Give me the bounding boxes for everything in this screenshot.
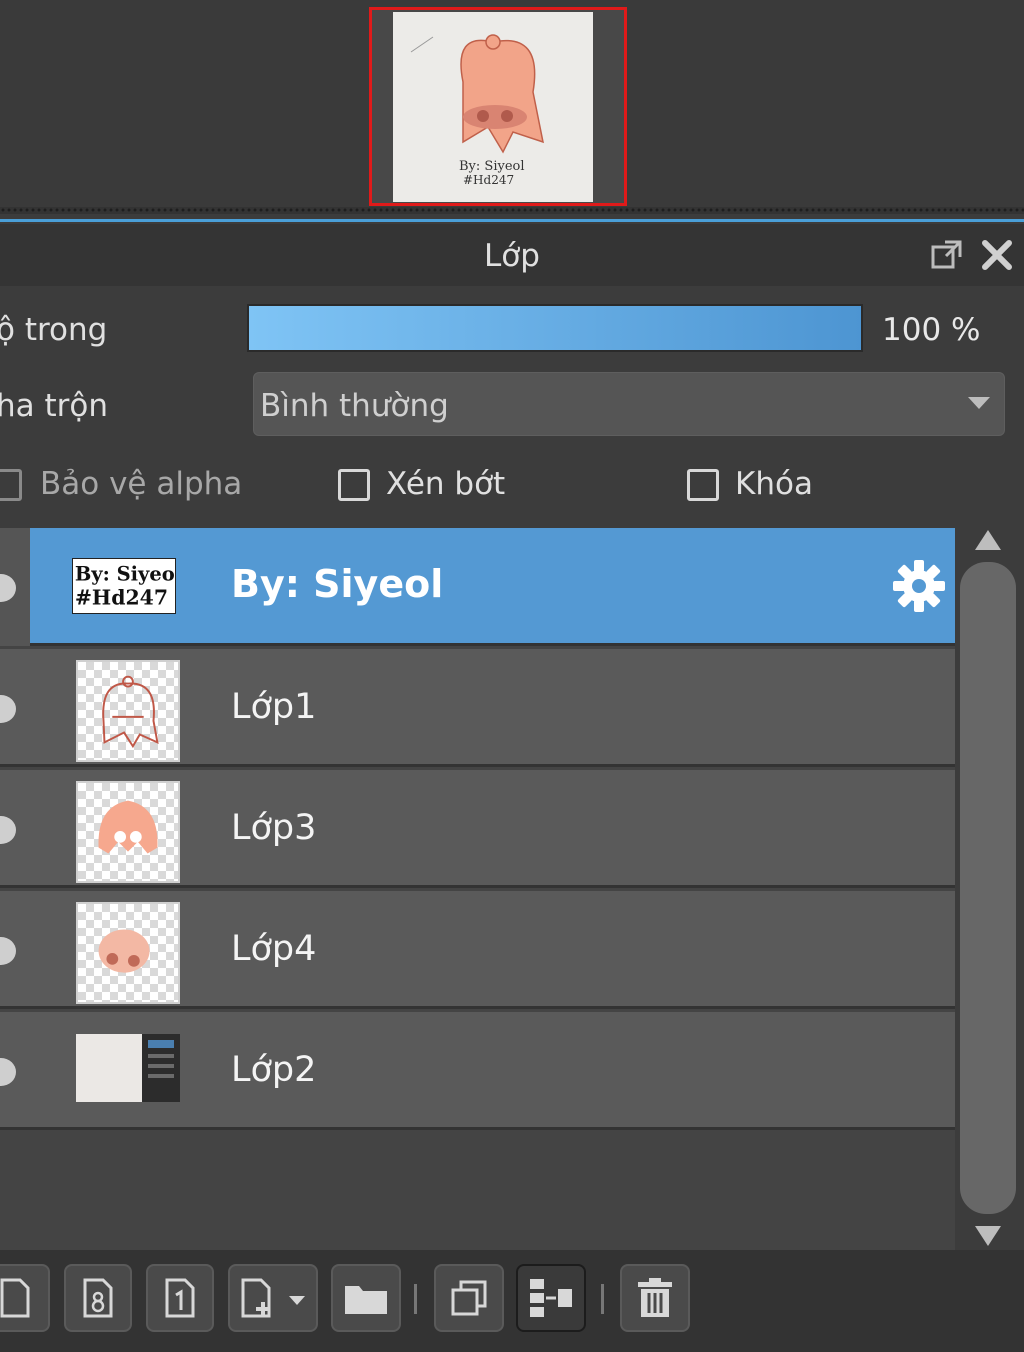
layer-name[interactable]: By: Siyeol — [231, 562, 443, 606]
new-8bit-layer-icon — [83, 1278, 113, 1318]
clipping-label: Xén bớt — [386, 466, 506, 502]
canvas-preview-drawing: By: Siyeol #Hd247 — [410, 34, 544, 187]
layer-thumbnail — [76, 660, 180, 762]
lineart-thumbnail-drawing — [102, 675, 159, 749]
layer-row[interactable]: Lớp4 — [0, 891, 955, 1009]
preview-text-1: By: Siyeol — [459, 159, 525, 174]
navigator-panel: By: Siyeol #Hd247 — [0, 0, 1024, 214]
lock-label: Khóa — [735, 466, 813, 502]
duplicate-layer-icon — [451, 1280, 487, 1316]
layer-name[interactable]: Lớp2 — [231, 1050, 316, 1090]
merge-layer-icon — [530, 1279, 572, 1317]
face-thumbnail-drawing — [98, 929, 150, 973]
popout-icon[interactable] — [930, 238, 964, 272]
layer-thumbnail — [76, 902, 180, 1004]
new-layer-button[interactable] — [0, 1264, 50, 1332]
add-layer-dropdown-icon — [241, 1278, 305, 1318]
new-folder-button[interactable] — [331, 1264, 401, 1332]
scroll-down-icon[interactable] — [975, 1226, 1001, 1246]
layer-thumbnail — [76, 1034, 180, 1102]
gear-icon[interactable] — [891, 558, 947, 614]
blend-mode-value: Bình thường — [260, 388, 449, 424]
navigator-viewport[interactable]: By: Siyeol #Hd247 — [369, 7, 627, 206]
thumb-text-1: By: Siyeol — [75, 562, 175, 585]
opacity-slider[interactable] — [247, 304, 863, 352]
merge-layer-button[interactable] — [516, 1264, 586, 1332]
visibility-icon[interactable] — [0, 1058, 16, 1086]
alpha-protect-checkbox[interactable] — [0, 469, 22, 501]
paper-thumbnail-drawing — [76, 1034, 180, 1102]
blend-mode-label: ha trộn — [0, 388, 109, 424]
layer-thumbnail: By: Siyeol #Hd247 — [72, 558, 176, 614]
layer-name[interactable]: Lớp1 — [231, 687, 316, 727]
new-layer-icon — [0, 1278, 30, 1318]
layer-row[interactable]: Lớp2 — [0, 1012, 955, 1130]
canvas-preview: By: Siyeol #Hd247 — [393, 12, 593, 202]
new-1bit-layer-button[interactable] — [146, 1264, 214, 1332]
new-folder-icon — [345, 1286, 387, 1314]
layer-row[interactable]: Lớp3 — [0, 770, 955, 888]
hair-thumbnail-drawing — [98, 800, 158, 854]
layer-name[interactable]: Lớp3 — [231, 808, 316, 848]
active-row-gutter — [0, 528, 30, 646]
chevron-down-icon — [968, 397, 990, 409]
scrollbar-thumb[interactable] — [960, 562, 1016, 1214]
visibility-icon[interactable] — [0, 574, 16, 602]
text-layer-thumbnail-drawing: By: Siyeol #Hd247 — [73, 560, 175, 612]
new-8bit-layer-button[interactable] — [64, 1264, 132, 1332]
visibility-icon[interactable] — [0, 695, 16, 723]
layer-row[interactable]: Lớp1 — [0, 649, 955, 767]
visibility-icon[interactable] — [0, 816, 16, 844]
layer-list: By: Siyeol #Hd247 By: Siyeol Lớp1 Lớp3 L… — [0, 528, 955, 1250]
new-1bit-layer-icon — [165, 1278, 195, 1318]
visibility-icon[interactable] — [0, 937, 16, 965]
toolbar-separator — [414, 1284, 417, 1314]
layer-name[interactable]: Lớp4 — [231, 929, 316, 969]
opacity-label: ộ trong — [0, 312, 108, 348]
opacity-slider-fill — [249, 306, 861, 350]
blend-mode-select[interactable]: Bình thường — [253, 372, 1005, 436]
layer-panel-header: Lớp — [0, 224, 1024, 286]
preview-text-2: #Hd247 — [463, 173, 514, 187]
splitter-handle[interactable] — [0, 207, 1024, 214]
splitter-line — [0, 219, 1024, 222]
duplicate-layer-button[interactable] — [434, 1264, 504, 1332]
delete-layer-button[interactable] — [620, 1264, 690, 1332]
lock-checkbox[interactable] — [687, 469, 719, 501]
close-icon[interactable] — [980, 238, 1014, 272]
clipping-checkbox[interactable] — [338, 469, 370, 501]
panel-title: Lớp — [484, 238, 540, 274]
opacity-value: 100 % — [882, 312, 981, 348]
layer-row[interactable]: By: Siyeol #Hd247 By: Siyeol — [0, 528, 955, 646]
scroll-up-icon[interactable] — [975, 530, 1001, 550]
add-layer-dropdown-button[interactable] — [228, 1264, 318, 1332]
thumb-text-2: #Hd247 — [75, 586, 168, 610]
toolbar-separator — [601, 1284, 604, 1314]
alpha-protect-label: Bảo vệ alpha — [40, 466, 243, 502]
delete-layer-icon — [638, 1278, 672, 1317]
layer-thumbnail — [76, 781, 180, 883]
